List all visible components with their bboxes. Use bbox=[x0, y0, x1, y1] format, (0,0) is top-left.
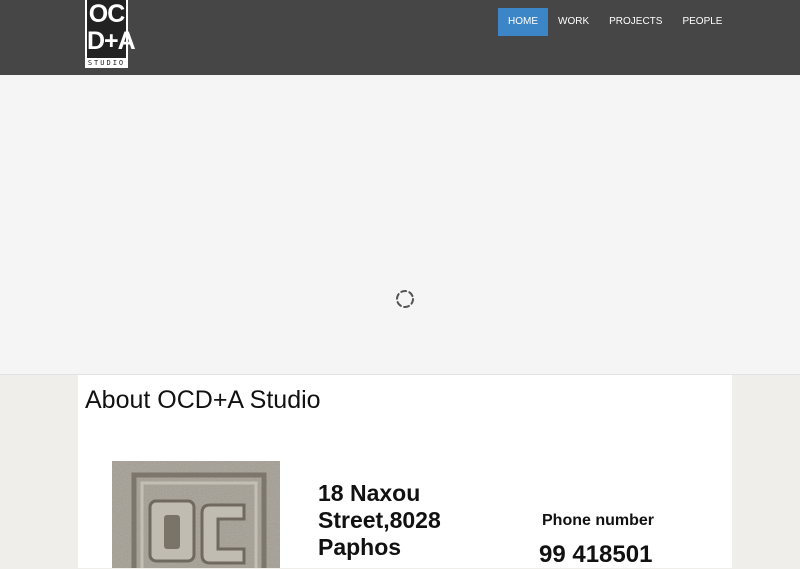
logo-line-1: OC bbox=[88, 0, 126, 28]
logo-line-3: STUDIO bbox=[87, 59, 126, 67]
phone-number[interactable]: 99 418501 bbox=[539, 541, 652, 569]
hero-slider bbox=[0, 75, 800, 375]
logo-line-2: D+A bbox=[87, 27, 136, 55]
main-nav: HOME WORK PROJECTS PEOPLE bbox=[498, 8, 732, 36]
logo-block: OC D+A bbox=[87, 0, 136, 58]
nav-item-work[interactable]: WORK bbox=[548, 8, 599, 36]
nav-item-projects[interactable]: PROJECTS bbox=[599, 8, 672, 36]
spinner-icon bbox=[396, 290, 414, 308]
nav-item-home[interactable]: HOME bbox=[498, 8, 548, 36]
stone-carved-logo-image bbox=[112, 461, 280, 568]
studio-address: 18 Naxou Street,8028 Paphos bbox=[318, 480, 441, 560]
header-bar: OC D+A STUDIO HOME WORK PROJECTS PEOPLE bbox=[0, 0, 800, 75]
about-title: About OCD+A Studio bbox=[85, 386, 321, 414]
phone-label: Phone number bbox=[542, 512, 655, 529]
nav-item-people[interactable]: PEOPLE bbox=[672, 8, 732, 36]
about-section: About OCD+A Studio 18 Naxou Street,8028 … bbox=[78, 375, 732, 568]
studio-logo[interactable]: OC D+A STUDIO bbox=[85, 0, 136, 68]
